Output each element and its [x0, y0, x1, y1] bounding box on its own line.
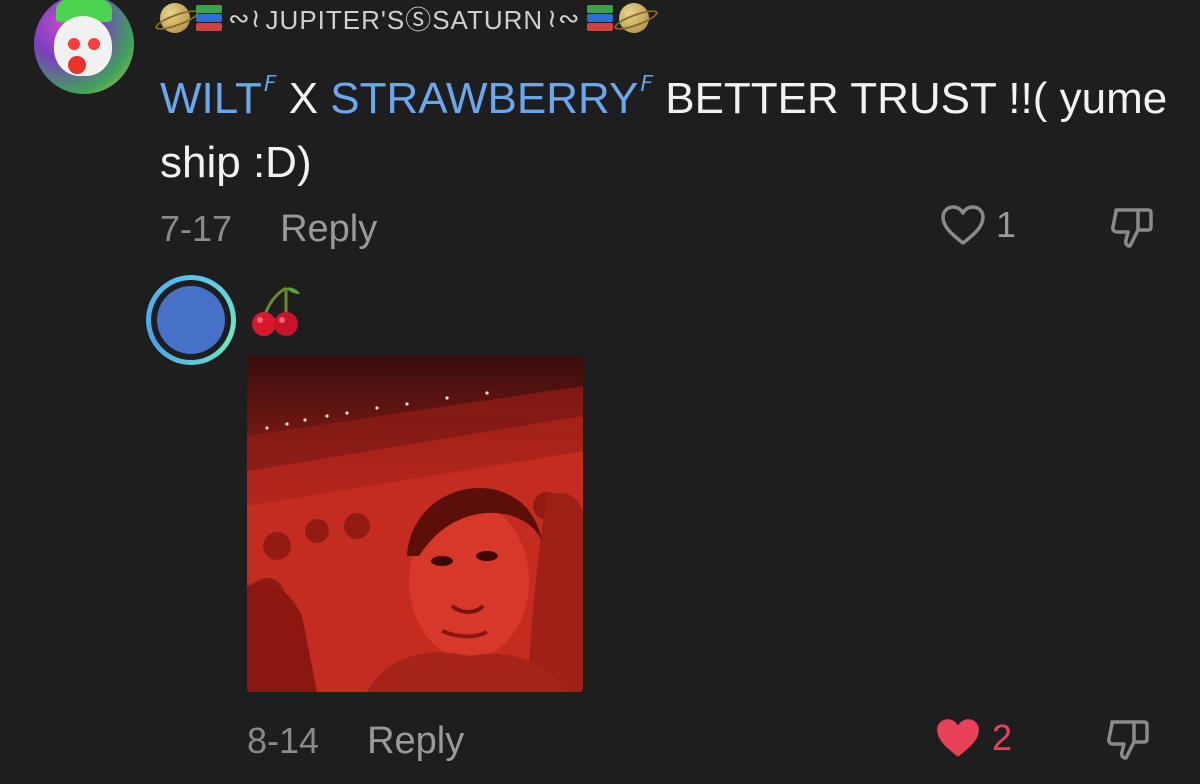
comment-username[interactable]: ∾≀ JUPITER'SⓈSATURN ≀∾ [160, 0, 649, 40]
flourish-left: ∾≀ [228, 2, 262, 33]
reply-button[interactable]: Reply [367, 720, 464, 763]
books-icon [585, 3, 615, 33]
flourish-right: ≀∾ [547, 2, 581, 33]
thumbs-down-icon [1107, 720, 1149, 760]
like-button[interactable]: 1 [940, 204, 1016, 246]
like-count: 1 [996, 204, 1017, 245]
comment-thread: ∾≀ JUPITER'SⓈSATURN ≀∾ WILT𝘍 X STRAWBERR… [0, 0, 1200, 784]
comment-meta: 7-17 Reply [160, 204, 377, 254]
cherry-icon [252, 286, 300, 336]
magnifier-icon: 𝘍 [640, 71, 653, 96]
dislike-button[interactable] [1108, 204, 1156, 257]
saturn-icon [160, 3, 190, 33]
username-text: JUPITER'SⓈSATURN [265, 4, 544, 35]
saturn-icon [618, 3, 649, 33]
cherry-emoji [246, 284, 306, 340]
books-icon [194, 3, 224, 33]
mention-link[interactable]: WILT𝘍 [160, 71, 277, 123]
user-avatar[interactable] [146, 275, 236, 365]
comment-meta: 8-14 Reply [247, 716, 464, 766]
attached-photo[interactable] [247, 356, 583, 692]
comment-date: 8-14 [247, 720, 320, 761]
like-count: 2 [992, 717, 1013, 758]
user-avatar[interactable] [34, 0, 134, 94]
comment-text: WILT𝘍 X STRAWBERRY𝘍 BETTER TRUST !!( yum… [160, 71, 1168, 187]
dislike-button[interactable] [1104, 716, 1152, 769]
heart-filled-icon [937, 719, 979, 757]
reply-button[interactable]: Reply [280, 208, 377, 251]
heart-icon [941, 205, 985, 245]
magnifier-icon: 𝘍 [263, 71, 277, 96]
thumbs-down-icon [1111, 208, 1153, 248]
mention-link[interactable]: STRAWBERRY𝘍 [330, 71, 653, 123]
comment-date: 7-17 [160, 208, 233, 249]
photo-content [247, 386, 583, 692]
like-button[interactable]: 2 [934, 716, 1012, 760]
